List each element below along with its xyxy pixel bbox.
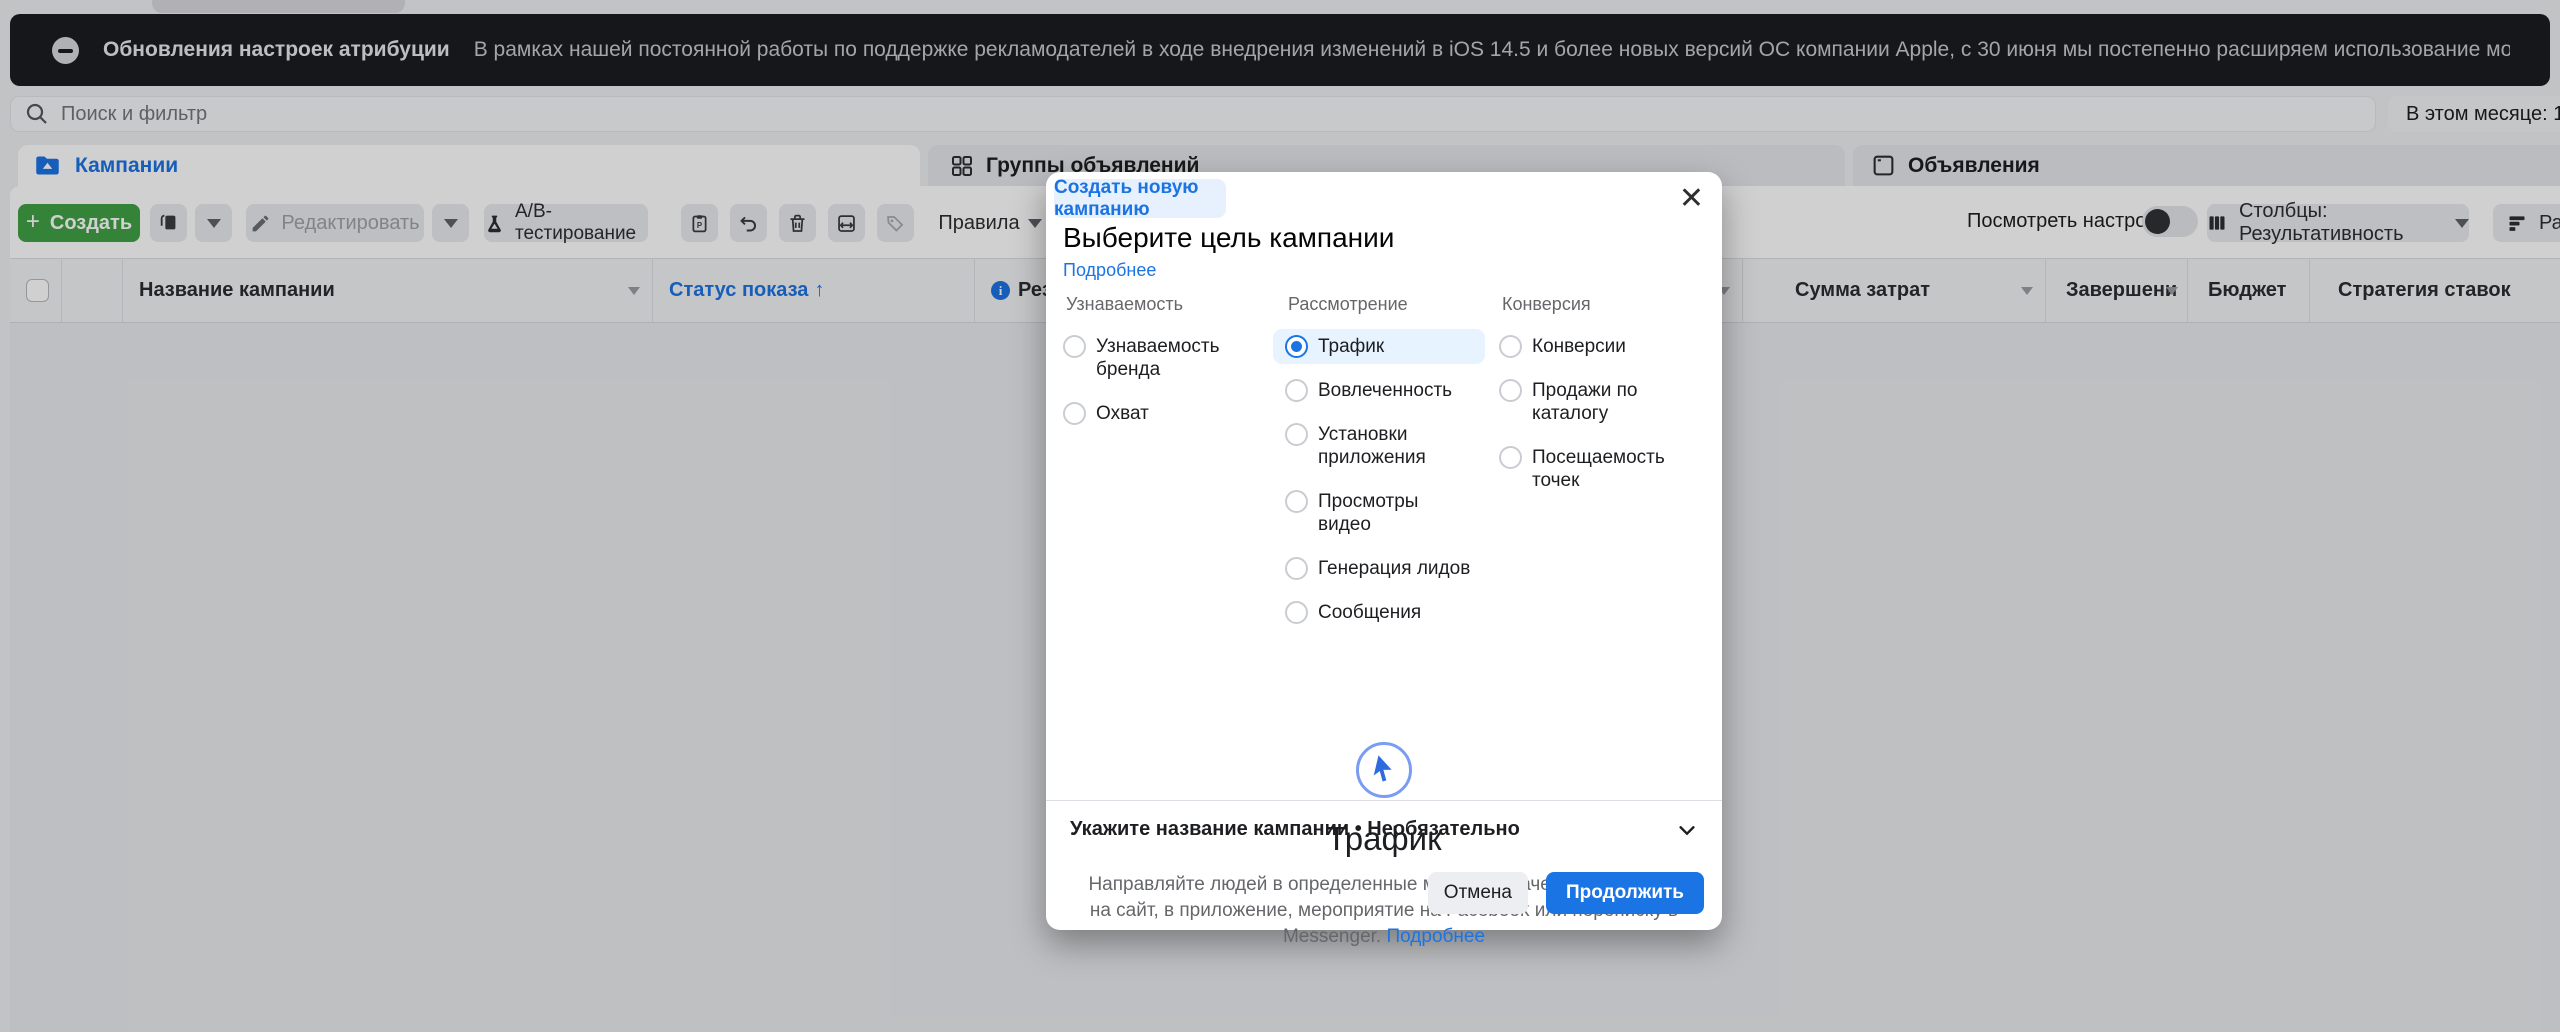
cancel-button[interactable]: Отмена — [1427, 872, 1528, 914]
column-header: Конверсия — [1502, 294, 1591, 314]
modal-title: Выберите цель кампании — [1063, 222, 1395, 253]
objective-column-consideration: Рассмотрение Трафик Вовлеченность Устано… — [1273, 294, 1485, 639]
campaign-name-section[interactable]: Укажите название кампании • Необязательн… — [1070, 818, 1698, 841]
close-icon[interactable]: ✕ — [1679, 184, 1704, 214]
radio-icon[interactable] — [1285, 379, 1308, 402]
continue-button[interactable]: Продолжить — [1545, 872, 1704, 914]
radio-icon[interactable] — [1285, 601, 1308, 624]
objective-lead-generation[interactable]: Генерация лидов — [1273, 551, 1485, 586]
objective-conversions[interactable]: Конверсии — [1487, 329, 1707, 364]
radio-icon[interactable] — [1063, 402, 1086, 425]
objective-messages[interactable]: Сообщения — [1273, 595, 1485, 630]
radio-selected-icon[interactable] — [1285, 335, 1308, 358]
objective-app-installs[interactable]: Установки приложения — [1273, 417, 1485, 475]
objective-engagement[interactable]: Вовлеченность — [1273, 373, 1485, 408]
radio-icon[interactable] — [1285, 423, 1308, 446]
objective-reach[interactable]: Охват — [1051, 396, 1263, 431]
radio-icon[interactable] — [1063, 335, 1086, 358]
objective-preview: Трафик Направляйте людей в определенные … — [1046, 742, 1722, 950]
column-header: Рассмотрение — [1288, 294, 1408, 314]
campaign-name-section-label: Укажите название кампании • Необязательн… — [1070, 818, 1520, 840]
radio-icon[interactable] — [1499, 335, 1522, 358]
learn-more-link[interactable]: Подробнее — [1386, 926, 1485, 947]
objective-traffic[interactable]: Трафик — [1273, 329, 1485, 364]
modal-footer: Отмена Продолжить — [1427, 872, 1704, 914]
objective-store-traffic[interactable]: Посещаемость точек — [1487, 440, 1707, 498]
column-header: Узнаваемость — [1066, 294, 1184, 314]
chevron-down-icon[interactable] — [1676, 819, 1698, 841]
create-new-campaign-chip[interactable]: Создать новую кампанию — [1054, 177, 1226, 220]
create-campaign-modal: Создать новую кампанию ✕ Выберите цель к… — [1046, 172, 1722, 947]
objective-catalog-sales[interactable]: Продажи по каталогу — [1487, 373, 1707, 431]
objective-video-views[interactable]: Просмотры видео — [1273, 484, 1485, 542]
objective-column-conversion: Конверсия Конверсии Продажи по каталогу … — [1487, 294, 1707, 507]
objective-brand-awareness[interactable]: Узнаваемость бренда — [1051, 329, 1263, 387]
radio-icon[interactable] — [1499, 446, 1522, 469]
radio-icon[interactable] — [1285, 490, 1308, 513]
radio-icon[interactable] — [1499, 379, 1522, 402]
traffic-cursor-icon — [1356, 742, 1412, 798]
radio-icon[interactable] — [1285, 557, 1308, 580]
learn-more-link[interactable]: Подробнее — [1063, 260, 1156, 281]
divider — [1046, 800, 1722, 801]
objective-column-awareness: Узнаваемость Узнаваемость бренда Охват — [1051, 294, 1263, 440]
